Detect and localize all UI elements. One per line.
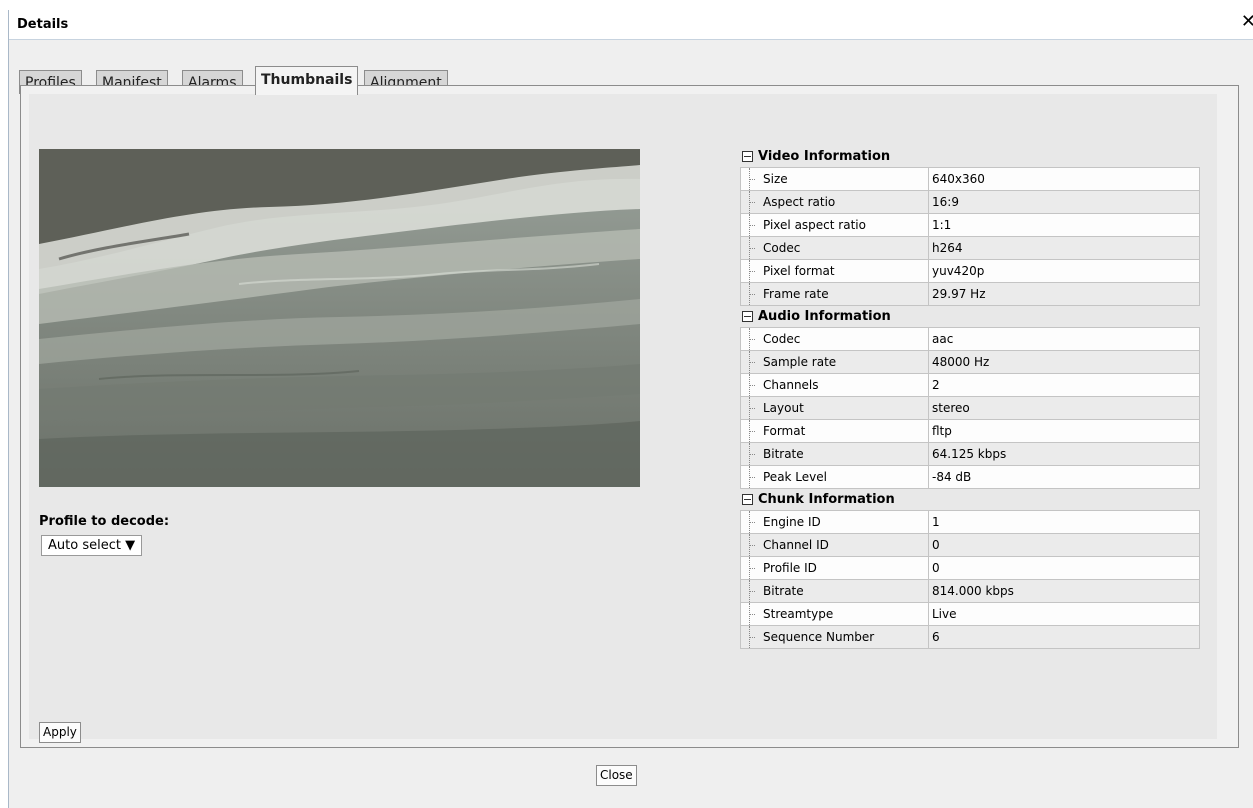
property-value: 29.97 Hz — [928, 282, 1200, 306]
property-value: 16:9 — [928, 190, 1200, 214]
property-value: stereo — [928, 396, 1200, 420]
property-value: 0 — [928, 556, 1200, 580]
tab-thumbnails[interactable]: Thumbnails — [255, 66, 359, 95]
chunk-information-title: Chunk Information — [758, 492, 895, 507]
table-row: Streamtype Live — [740, 602, 1200, 626]
property-value: 6 — [928, 625, 1200, 649]
property-value: yuv420p — [928, 259, 1200, 283]
close-icon[interactable]: ✕ — [1241, 13, 1253, 31]
audio-information-title: Audio Information — [758, 309, 891, 324]
collapse-icon[interactable] — [742, 494, 753, 505]
table-row: Bitrate 814.000 kbps — [740, 579, 1200, 603]
property-value: h264 — [928, 236, 1200, 260]
property-value: 64.125 kbps — [928, 442, 1200, 466]
table-row: Codec h264 — [740, 236, 1200, 260]
property-value: 814.000 kbps — [928, 579, 1200, 603]
profile-to-decode-label: Profile to decode: — [39, 514, 170, 529]
details-dialog: Details ✕ Profiles Manifest Alarms Thumb… — [8, 10, 1253, 808]
property-name: Channel ID — [740, 533, 929, 557]
property-value: -84 dB — [928, 465, 1200, 489]
table-row: Frame rate 29.97 Hz — [740, 282, 1200, 306]
property-name: Bitrate — [740, 579, 929, 603]
property-value: fltp — [928, 419, 1200, 443]
table-row: Layout stereo — [740, 396, 1200, 420]
title-bar: Details ✕ — [9, 10, 1253, 40]
property-name: Engine ID — [740, 510, 929, 534]
dialog-title: Details — [17, 17, 69, 32]
table-row: Sequence Number 6 — [740, 625, 1200, 649]
table-row: Profile ID 0 — [740, 556, 1200, 580]
panel-content: Profile to decode: Auto select ▼ Apply V… — [29, 94, 1217, 743]
table-row: Bitrate 64.125 kbps — [740, 442, 1200, 466]
property-name: Layout — [740, 396, 929, 420]
property-value: 1:1 — [928, 213, 1200, 237]
property-name: Peak Level — [740, 465, 929, 489]
table-row: Sample rate 48000 Hz — [740, 350, 1200, 374]
river-thumbnail-image — [39, 149, 640, 487]
property-name: Profile ID — [740, 556, 929, 580]
audio-information-table: Codec aac Sample rate 48000 Hz Channels 2 L… — [740, 327, 1200, 489]
table-row: Codec aac — [740, 327, 1200, 351]
property-value: Live — [928, 602, 1200, 626]
table-row: Engine ID 1 — [740, 510, 1200, 534]
table-row: Pixel aspect ratio 1:1 — [740, 213, 1200, 237]
thumbnails-panel: Profile to decode: Auto select ▼ Apply V… — [20, 85, 1239, 748]
property-name: Pixel format — [740, 259, 929, 283]
property-name: Size — [740, 167, 929, 191]
table-row: Size 640x360 — [740, 167, 1200, 191]
table-row: Peak Level -84 dB — [740, 465, 1200, 489]
apply-button[interactable]: Apply — [39, 722, 81, 743]
collapse-icon[interactable] — [742, 311, 753, 322]
property-name: Bitrate — [740, 442, 929, 466]
video-information-header: Video Information — [740, 146, 1200, 167]
video-thumbnail — [39, 149, 640, 487]
collapse-icon[interactable] — [742, 151, 753, 162]
property-name: Channels — [740, 373, 929, 397]
table-row: Channel ID 0 — [740, 533, 1200, 557]
property-value: 2 — [928, 373, 1200, 397]
property-name: Sample rate — [740, 350, 929, 374]
info-tree: Video Information Size 640x360 Aspect rat… — [740, 146, 1200, 649]
chunk-information-header: Chunk Information — [740, 489, 1200, 510]
property-name: Sequence Number — [740, 625, 929, 649]
property-name: Codec — [740, 236, 929, 260]
property-name: Format — [740, 419, 929, 443]
property-value: 0 — [928, 533, 1200, 557]
table-row: Channels 2 — [740, 373, 1200, 397]
property-value: 640x360 — [928, 167, 1200, 191]
video-information-title: Video Information — [758, 149, 891, 164]
property-value: 48000 Hz — [928, 350, 1200, 374]
table-row: Aspect ratio 16:9 — [740, 190, 1200, 214]
video-information-table: Size 640x360 Aspect ratio 16:9 Pixel aspec… — [740, 167, 1200, 306]
table-row: Format fltp — [740, 419, 1200, 443]
property-name: Aspect ratio — [740, 190, 929, 214]
property-name: Codec — [740, 327, 929, 351]
property-name: Streamtype — [740, 602, 929, 626]
audio-information-header: Audio Information — [740, 306, 1200, 327]
table-row: Pixel format yuv420p — [740, 259, 1200, 283]
chunk-information-table: Engine ID 1 Channel ID 0 Profile ID 0 Bitra… — [740, 510, 1200, 649]
profile-select[interactable]: Auto select ▼ — [41, 535, 143, 556]
property-value: 1 — [928, 510, 1200, 534]
property-name: Frame rate — [740, 282, 929, 306]
property-value: aac — [928, 327, 1200, 351]
property-name: Pixel aspect ratio — [740, 213, 929, 237]
close-button[interactable]: Close — [596, 765, 637, 786]
